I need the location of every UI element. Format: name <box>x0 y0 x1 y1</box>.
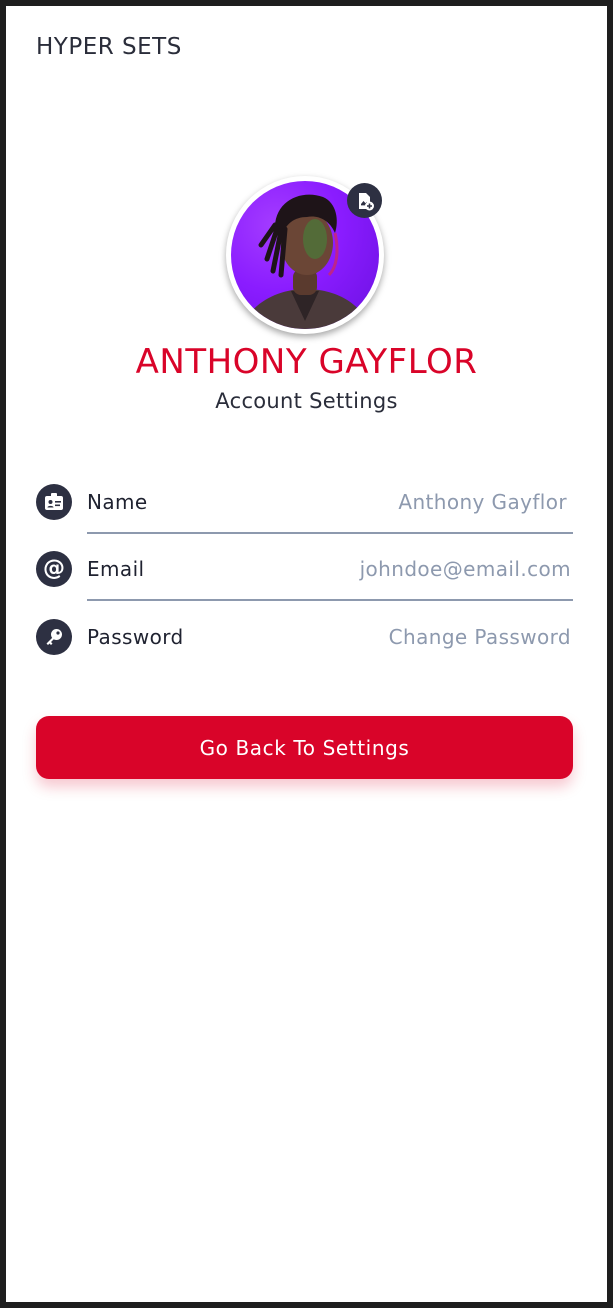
divider <box>87 532 573 534</box>
change-photo-button[interactable] <box>347 183 382 218</box>
field-value-name[interactable]: Anthony Gayflor <box>398 490 567 514</box>
app-title: HYPER SETS <box>36 34 182 60</box>
user-name: ANTHONY GAYFLOR <box>135 342 478 382</box>
page-subtitle: Account Settings <box>215 389 398 413</box>
at-sign-icon: @ <box>36 551 72 587</box>
field-label-name: Name <box>87 490 148 514</box>
go-back-to-settings-button[interactable]: Go Back To Settings <box>36 716 573 779</box>
add-photo-icon <box>358 192 374 210</box>
app-screen: HYPER SETS ANTHONY GAYFLOR Account Setti… <box>6 6 607 1302</box>
field-row-name[interactable]: Name Anthony Gayflor <box>36 482 573 522</box>
field-row-password[interactable]: Password Change Password <box>36 617 573 657</box>
key-icon <box>36 619 72 655</box>
field-row-email[interactable]: @ Email johndoe@email.com <box>36 549 573 589</box>
divider <box>87 599 573 601</box>
id-card-icon <box>36 484 72 520</box>
field-value-email[interactable]: johndoe@email.com <box>360 557 571 581</box>
change-password-link[interactable]: Change Password <box>389 625 571 649</box>
field-label-password: Password <box>87 625 184 649</box>
field-label-email: Email <box>87 557 145 581</box>
